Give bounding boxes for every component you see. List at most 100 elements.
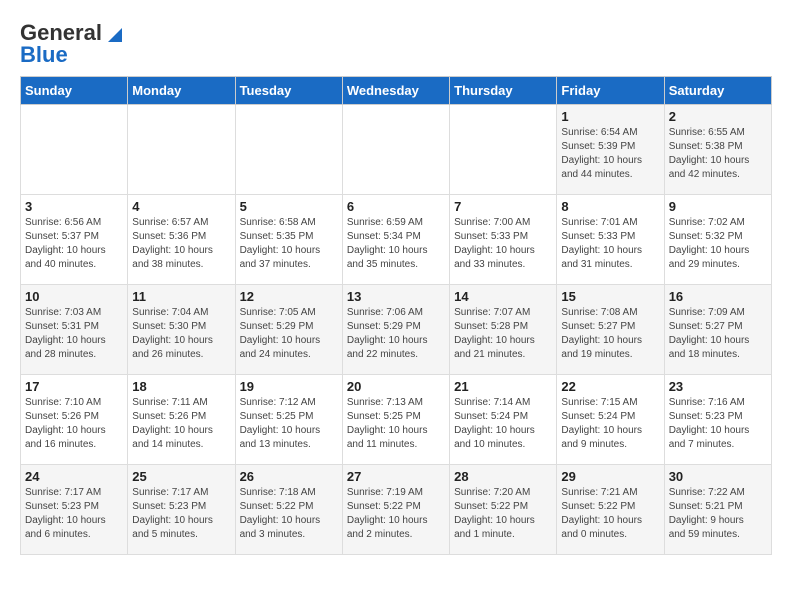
- day-info: Sunrise: 7:13 AM Sunset: 5:25 PM Dayligh…: [347, 396, 445, 452]
- day-info: Sunrise: 6:56 AM Sunset: 5:37 PM Dayligh…: [25, 216, 123, 272]
- day-cell: 15 Sunrise: 7:08 AM Sunset: 5:27 PM Dayli…: [557, 285, 664, 375]
- day-cell: 19Sunrise: 7:12 AM Sunset: 5:25 PM Dayli…: [235, 375, 342, 465]
- day-number: 28: [454, 469, 552, 484]
- day-cell: 10 Sunrise: 7:03 AM Sunset: 5:31 PM Dayli…: [21, 285, 128, 375]
- header-cell-wednesday: Wednesday: [342, 77, 449, 105]
- day-number: 27: [347, 469, 445, 484]
- week-row-4: 24 Sunrise: 7:17 AM Sunset: 5:23 PM Dayli…: [21, 465, 772, 555]
- day-cell: 29Sunrise: 7:21 AM Sunset: 5:22 PM Dayli…: [557, 465, 664, 555]
- day-info: Sunrise: 7:08 AM Sunset: 5:27 PM Dayligh…: [561, 306, 659, 362]
- logo: General Blue: [20, 20, 122, 68]
- logo-triangle-icon: [104, 24, 122, 42]
- day-info: Sunrise: 6:55 AM Sunset: 5:38 PM Dayligh…: [669, 126, 767, 182]
- day-number: 14: [454, 289, 552, 304]
- header-cell-tuesday: Tuesday: [235, 77, 342, 105]
- day-info: Sunrise: 7:21 AM Sunset: 5:22 PM Dayligh…: [561, 486, 659, 542]
- header-cell-sunday: Sunday: [21, 77, 128, 105]
- day-info: Sunrise: 6:58 AM Sunset: 5:35 PM Dayligh…: [240, 216, 338, 272]
- day-cell: 2 Sunrise: 6:55 AM Sunset: 5:38 PM Daylig…: [664, 105, 771, 195]
- day-info: Sunrise: 6:57 AM Sunset: 5:36 PM Dayligh…: [132, 216, 230, 272]
- day-cell: 23Sunrise: 7:16 AM Sunset: 5:23 PM Dayli…: [664, 375, 771, 465]
- day-cell: 26Sunrise: 7:18 AM Sunset: 5:22 PM Dayli…: [235, 465, 342, 555]
- day-number: 15: [561, 289, 659, 304]
- day-cell: 7 Sunrise: 7:00 AM Sunset: 5:33 PM Daylig…: [450, 195, 557, 285]
- day-cell: 16 Sunrise: 7:09 AM Sunset: 5:27 PM Dayli…: [664, 285, 771, 375]
- day-cell: 14 Sunrise: 7:07 AM Sunset: 5:28 PM Dayli…: [450, 285, 557, 375]
- day-number: 6: [347, 199, 445, 214]
- day-cell: 3 Sunrise: 6:56 AM Sunset: 5:37 PM Daylig…: [21, 195, 128, 285]
- day-number: 21: [454, 379, 552, 394]
- day-cell: 21 Sunrise: 7:14 AM Sunset: 5:24 PM Dayli…: [450, 375, 557, 465]
- day-number: 3: [25, 199, 123, 214]
- day-number: 8: [561, 199, 659, 214]
- day-number: 5: [240, 199, 338, 214]
- day-cell: 18 Sunrise: 7:11 AM Sunset: 5:26 PM Dayli…: [128, 375, 235, 465]
- day-info: Sunrise: 7:02 AM Sunset: 5:32 PM Dayligh…: [669, 216, 767, 272]
- day-number: 1: [561, 109, 659, 124]
- day-number: 10: [25, 289, 123, 304]
- day-info: Sunrise: 7:17 AM Sunset: 5:23 PM Dayligh…: [132, 486, 230, 542]
- day-number: 18: [132, 379, 230, 394]
- header-cell-friday: Friday: [557, 77, 664, 105]
- logo-blue: Blue: [20, 42, 68, 68]
- day-number: 4: [132, 199, 230, 214]
- day-info: Sunrise: 7:07 AM Sunset: 5:28 PM Dayligh…: [454, 306, 552, 362]
- day-cell: 22Sunrise: 7:15 AM Sunset: 5:24 PM Dayli…: [557, 375, 664, 465]
- day-number: 7: [454, 199, 552, 214]
- day-cell: 8 Sunrise: 7:01 AM Sunset: 5:33 PM Daylig…: [557, 195, 664, 285]
- day-number: 26: [240, 469, 338, 484]
- day-number: 19: [240, 379, 338, 394]
- day-info: Sunrise: 7:14 AM Sunset: 5:24 PM Dayligh…: [454, 396, 552, 452]
- calendar-table: SundayMondayTuesdayWednesdayThursdayFrid…: [20, 76, 772, 555]
- day-cell: [128, 105, 235, 195]
- day-cell: 20 Sunrise: 7:13 AM Sunset: 5:25 PM Dayli…: [342, 375, 449, 465]
- week-row-3: 17 Sunrise: 7:10 AM Sunset: 5:26 PM Dayli…: [21, 375, 772, 465]
- week-row-2: 10 Sunrise: 7:03 AM Sunset: 5:31 PM Dayli…: [21, 285, 772, 375]
- day-info: Sunrise: 7:19 AM Sunset: 5:22 PM Dayligh…: [347, 486, 445, 542]
- header-row: SundayMondayTuesdayWednesdayThursdayFrid…: [21, 77, 772, 105]
- day-number: 2: [669, 109, 767, 124]
- header-cell-monday: Monday: [128, 77, 235, 105]
- day-cell: [450, 105, 557, 195]
- day-cell: [342, 105, 449, 195]
- day-number: 17: [25, 379, 123, 394]
- day-cell: 12 Sunrise: 7:05 AM Sunset: 5:29 PM Dayli…: [235, 285, 342, 375]
- day-cell: 6Sunrise: 6:59 AM Sunset: 5:34 PM Daylig…: [342, 195, 449, 285]
- day-cell: 9Sunrise: 7:02 AM Sunset: 5:32 PM Daylig…: [664, 195, 771, 285]
- day-cell: 13 Sunrise: 7:06 AM Sunset: 5:29 PM Dayli…: [342, 285, 449, 375]
- day-info: Sunrise: 7:10 AM Sunset: 5:26 PM Dayligh…: [25, 396, 123, 452]
- day-cell: [21, 105, 128, 195]
- day-number: 22: [561, 379, 659, 394]
- header: General Blue: [20, 20, 772, 68]
- day-number: 11: [132, 289, 230, 304]
- day-cell: 25Sunrise: 7:17 AM Sunset: 5:23 PM Dayli…: [128, 465, 235, 555]
- day-cell: 5 Sunrise: 6:58 AM Sunset: 5:35 PM Daylig…: [235, 195, 342, 285]
- day-number: 24: [25, 469, 123, 484]
- day-info: Sunrise: 7:00 AM Sunset: 5:33 PM Dayligh…: [454, 216, 552, 272]
- day-cell: 4 Sunrise: 6:57 AM Sunset: 5:36 PM Daylig…: [128, 195, 235, 285]
- day-info: Sunrise: 7:09 AM Sunset: 5:27 PM Dayligh…: [669, 306, 767, 362]
- day-number: 20: [347, 379, 445, 394]
- day-info: Sunrise: 7:03 AM Sunset: 5:31 PM Dayligh…: [25, 306, 123, 362]
- day-info: Sunrise: 6:54 AM Sunset: 5:39 PM Dayligh…: [561, 126, 659, 182]
- header-cell-saturday: Saturday: [664, 77, 771, 105]
- day-cell: 24 Sunrise: 7:17 AM Sunset: 5:23 PM Dayli…: [21, 465, 128, 555]
- header-cell-thursday: Thursday: [450, 77, 557, 105]
- day-info: Sunrise: 7:11 AM Sunset: 5:26 PM Dayligh…: [132, 396, 230, 452]
- day-number: 13: [347, 289, 445, 304]
- day-info: Sunrise: 7:16 AM Sunset: 5:23 PM Dayligh…: [669, 396, 767, 452]
- day-cell: 28Sunrise: 7:20 AM Sunset: 5:22 PM Dayli…: [450, 465, 557, 555]
- day-info: Sunrise: 7:22 AM Sunset: 5:21 PM Dayligh…: [669, 486, 767, 542]
- day-info: Sunrise: 7:05 AM Sunset: 5:29 PM Dayligh…: [240, 306, 338, 362]
- day-info: Sunrise: 7:04 AM Sunset: 5:30 PM Dayligh…: [132, 306, 230, 362]
- week-row-1: 3 Sunrise: 6:56 AM Sunset: 5:37 PM Daylig…: [21, 195, 772, 285]
- day-info: Sunrise: 7:06 AM Sunset: 5:29 PM Dayligh…: [347, 306, 445, 362]
- day-number: 16: [669, 289, 767, 304]
- day-number: 12: [240, 289, 338, 304]
- day-info: Sunrise: 7:17 AM Sunset: 5:23 PM Dayligh…: [25, 486, 123, 542]
- day-number: 30: [669, 469, 767, 484]
- day-info: Sunrise: 7:01 AM Sunset: 5:33 PM Dayligh…: [561, 216, 659, 272]
- day-cell: 30 Sunrise: 7:22 AM Sunset: 5:21 PM Dayli…: [664, 465, 771, 555]
- day-cell: [235, 105, 342, 195]
- week-row-0: 1 Sunrise: 6:54 AM Sunset: 5:39 PM Daylig…: [21, 105, 772, 195]
